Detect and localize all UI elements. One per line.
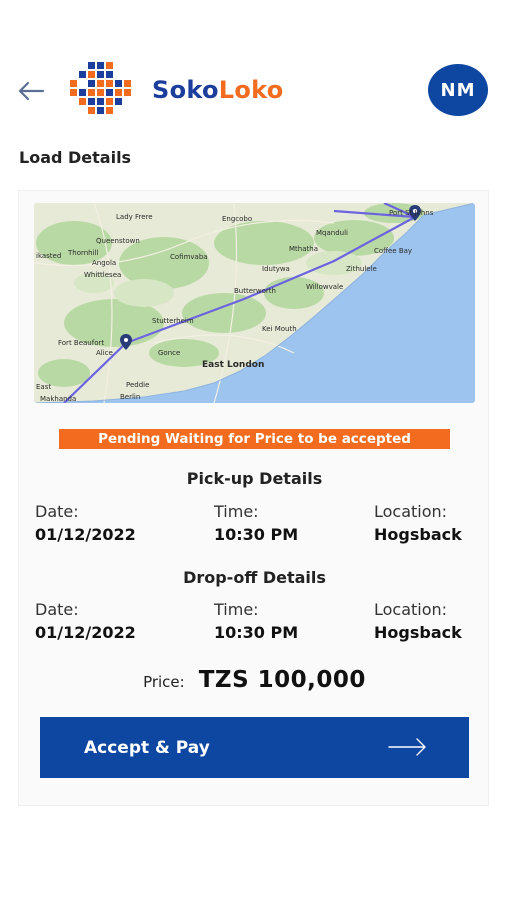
price-value: TZS 100,000 — [198, 667, 366, 693]
map-place-label: Angola — [92, 259, 116, 267]
map-place-label: Zithulele — [346, 265, 377, 273]
dropoff-date-value: 01/12/2022 — [35, 623, 136, 642]
sokoloko-logo: SokoLoko — [66, 60, 284, 120]
map-place-label: Fort Beaufort — [58, 339, 104, 347]
back-button[interactable] — [14, 74, 48, 108]
map-place-label: Port St Johns — [389, 209, 434, 217]
map-place-label: ikasted — [36, 252, 61, 260]
dropoff-heading: Drop-off Details — [183, 568, 326, 587]
map-place-label: Queenstown — [96, 237, 140, 245]
pickup-time-label: Time: — [214, 502, 259, 521]
user-avatar[interactable]: NM — [428, 64, 488, 116]
page-title: Load Details — [19, 148, 132, 167]
pickup-location-value: Hogsback — [374, 525, 462, 544]
accept-pay-button[interactable]: Accept & Pay — [40, 717, 469, 778]
map-place-label: Gonce — [158, 349, 180, 357]
dropoff-time-label: Time: — [214, 600, 259, 619]
brand-name-part1: Soko — [152, 76, 219, 104]
map-place-label: Alice — [96, 349, 113, 357]
accept-pay-label: Accept & Pay — [84, 737, 210, 758]
map-place-label: Whittlesea — [84, 271, 121, 279]
map-place-label: Thornhill — [67, 249, 99, 257]
map-place-label: Coffee Bay — [374, 247, 412, 255]
price-row: Price: TZS 100,000 — [19, 667, 490, 693]
arrow-right-icon — [388, 738, 426, 756]
map-place-label: Makhanda — [40, 395, 76, 403]
map-place-label: Berlin — [120, 393, 140, 401]
map-place-label: Engcobo — [222, 215, 252, 223]
pickup-time-value: 10:30 PM — [214, 525, 299, 544]
map-place-label: East London — [202, 360, 264, 370]
logo-mark-icon — [70, 62, 131, 114]
pickup-location-label: Location: — [374, 502, 448, 521]
brand-name: SokoLoko — [152, 76, 284, 104]
map-place-label: Peddie — [126, 381, 149, 389]
app-header: SokoLoko NM — [0, 56, 507, 126]
map-place-label: Mthatha — [289, 245, 318, 253]
map-place-label: Cofimvaba — [170, 253, 208, 261]
map-place-label: East — [36, 383, 51, 391]
pickup-heading: Pick-up Details — [186, 469, 323, 488]
brand-name-part2: Loko — [218, 76, 284, 104]
price-label: Price: — [143, 673, 185, 691]
route-map[interactable]: Lady Frere Engcobo Queenstown Mqanduli Port … — [34, 203, 475, 403]
map-place-label: Butterworth — [234, 287, 276, 295]
route-map-canvas: Lady Frere Engcobo Queenstown Mqanduli Port … — [34, 203, 475, 403]
dropoff-time-value: 10:30 PM — [214, 623, 299, 642]
map-place-label: Willowvale — [306, 283, 343, 291]
arrow-left-icon — [18, 81, 45, 101]
map-place-label: Stutterheim — [152, 317, 194, 325]
pickup-date-label: Date: — [35, 502, 79, 521]
dropoff-date-label: Date: — [35, 600, 79, 619]
map-place-label: Idutywa — [262, 265, 290, 273]
status-badge: Pending Waiting for Price to be accepted — [59, 429, 450, 449]
pickup-date-value: 01/12/2022 — [35, 525, 136, 544]
map-place-label: Mqanduli — [316, 229, 348, 237]
dropoff-location-label: Location: — [374, 600, 448, 619]
load-details-card: Lady Frere Engcobo Queenstown Mqanduli Port … — [18, 190, 489, 806]
dropoff-location-value: Hogsback — [374, 623, 462, 642]
map-place-label: Lady Frere — [116, 213, 153, 221]
map-place-label: Kei Mouth — [262, 325, 297, 333]
